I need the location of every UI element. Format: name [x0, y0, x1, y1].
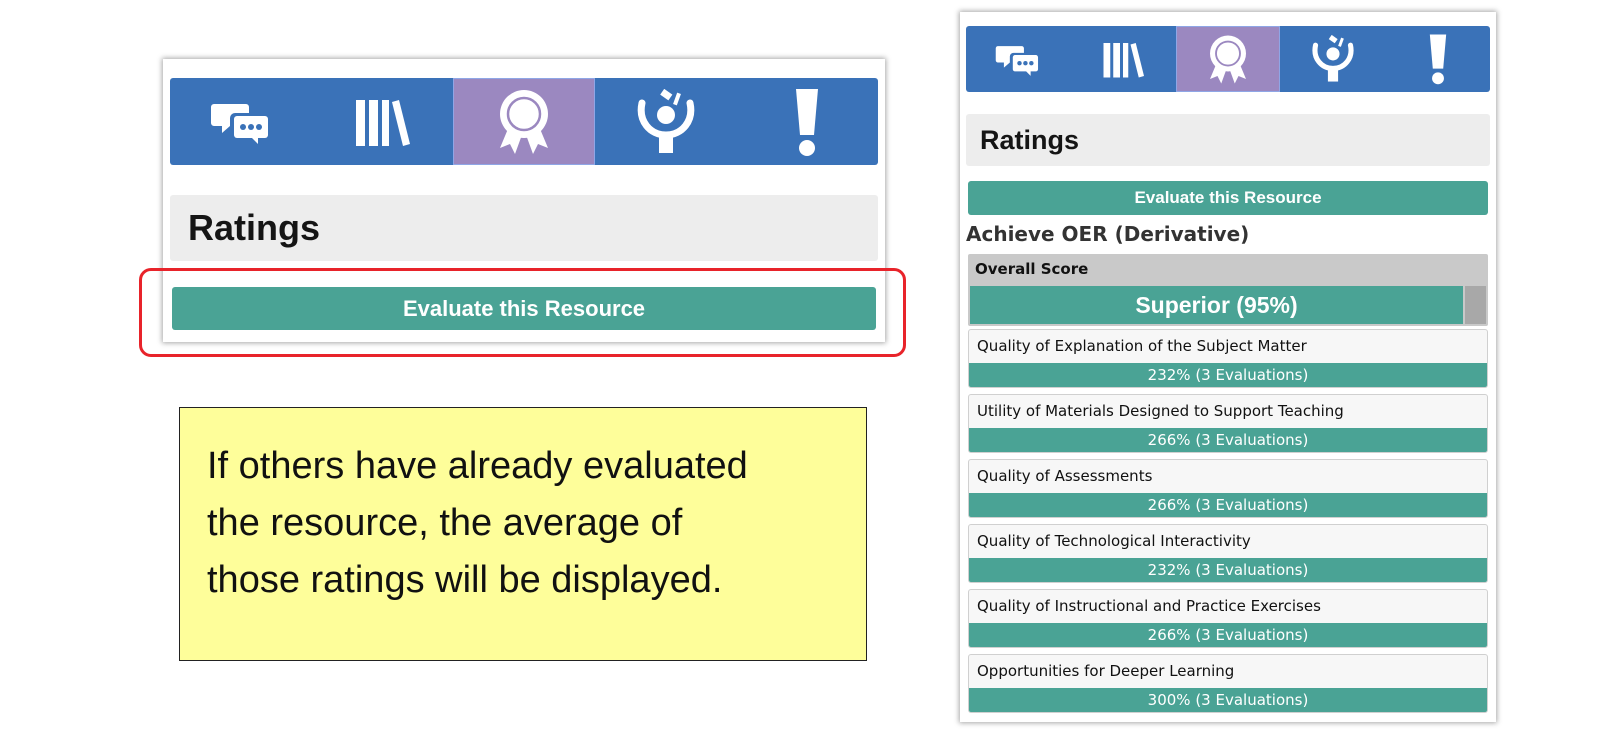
rating-item: Quality of Technological Interactivity 2…	[968, 524, 1488, 583]
rating-value: 300% (3 Evaluations)	[969, 688, 1487, 712]
resource-rubric-title: Achieve OER (Derivative)	[966, 222, 1250, 246]
award-ribbon-icon	[1209, 35, 1246, 83]
callout-note: If others have already evaluated the res…	[179, 407, 867, 661]
overall-score-box: Overall Score Superior (95%)	[968, 254, 1488, 326]
tab-alert-small[interactable]	[1385, 26, 1490, 92]
rating-label: Quality of Instructional and Practice Ex…	[977, 597, 1321, 615]
tab-ratings[interactable]	[453, 78, 595, 165]
rating-value: 232% (3 Evaluations)	[969, 363, 1487, 387]
right-tab-bar	[966, 26, 1490, 92]
award-ribbon-icon	[499, 89, 548, 154]
left-ratings-heading-bar: Ratings	[170, 195, 878, 261]
note-line-1: If others have already evaluated	[207, 445, 748, 487]
overall-score-scrollbar[interactable]	[1465, 286, 1486, 324]
highlight-outline	[139, 268, 906, 357]
tab-library[interactable]	[312, 78, 454, 165]
rating-item: Quality of Explanation of the Subject Ma…	[968, 329, 1488, 388]
overall-score-label: Overall Score	[975, 260, 1089, 278]
left-ratings-heading: Ratings	[188, 207, 321, 248]
tab-standards[interactable]	[595, 78, 737, 165]
rating-item: Quality of Instructional and Practice Ex…	[968, 589, 1488, 648]
discussion-icon	[210, 103, 268, 144]
rating-label: Quality of Explanation of the Subject Ma…	[977, 337, 1307, 355]
rating-label: Utility of Materials Designed to Support…	[977, 402, 1344, 420]
rating-item: Opportunities for Deeper Learning 300% (…	[968, 654, 1488, 713]
rating-label: Quality of Assessments	[977, 467, 1153, 485]
discussion-icon	[996, 45, 1039, 76]
tab-discussion-small[interactable]	[966, 26, 1071, 92]
rating-label: Opportunities for Deeper Learning	[977, 662, 1235, 680]
tab-library-small[interactable]	[1071, 26, 1176, 92]
rating-label: Quality of Technological Interactivity	[977, 532, 1251, 550]
tab-ratings-small[interactable]	[1175, 26, 1281, 92]
person-standards-icon	[637, 88, 694, 153]
library-icon	[356, 99, 411, 146]
rating-value: 232% (3 Evaluations)	[969, 558, 1487, 582]
overall-score-value: Superior (95%)	[970, 286, 1463, 324]
left-tab-bar	[170, 78, 878, 165]
right-evaluate-button[interactable]: Evaluate this Resource	[968, 181, 1488, 215]
rating-item: Quality of Assessments 266% (3 Evaluatio…	[968, 459, 1488, 518]
tab-discussion[interactable]	[170, 78, 312, 165]
tab-standards-small[interactable]	[1280, 26, 1385, 92]
alert-icon	[796, 88, 819, 156]
right-ratings-heading: Ratings	[980, 124, 1080, 155]
tab-alert[interactable]	[736, 78, 878, 165]
rating-value: 266% (3 Evaluations)	[969, 428, 1487, 452]
note-line-2: the resource, the average of	[207, 502, 683, 544]
alert-icon	[1429, 34, 1446, 85]
library-icon	[1103, 42, 1145, 77]
rating-item: Utility of Materials Designed to Support…	[968, 394, 1488, 453]
person-standards-icon	[1312, 35, 1354, 82]
note-line-3: those ratings will be displayed.	[207, 559, 723, 601]
rating-value: 266% (3 Evaluations)	[969, 493, 1487, 517]
rating-value: 266% (3 Evaluations)	[969, 623, 1487, 647]
right-ratings-heading-bar: Ratings	[966, 114, 1490, 166]
